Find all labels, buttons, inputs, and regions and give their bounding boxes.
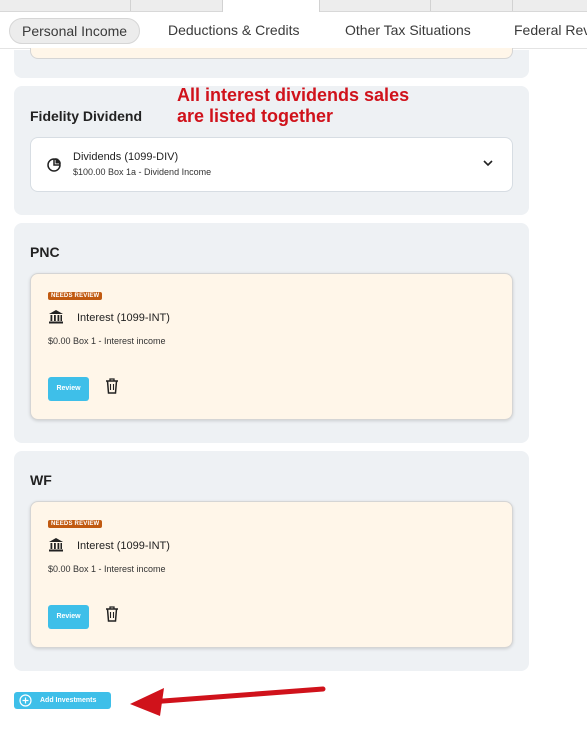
annotation-line-2: are listed together [177, 106, 334, 126]
add-investments-button[interactable]: Add Investments [14, 692, 111, 709]
group-title: PNC [30, 244, 60, 260]
item-title: Dividends (1099-DIV) [73, 151, 179, 163]
tab-personal-income[interactable]: Personal Income [9, 18, 141, 44]
tab-deductions-credits[interactable]: Deductions & Credits [168, 18, 300, 42]
item-title: Interest (1099-INT) [77, 312, 170, 324]
investment-group-pnc: PNC NEEDS REVIEW Interest (1099-INT) $0.… [14, 223, 529, 443]
review-button[interactable]: Review [48, 377, 89, 401]
bank-icon [48, 537, 64, 557]
review-button[interactable]: Review [48, 605, 89, 629]
needs-review-badge: NEEDS REVIEW [48, 520, 103, 528]
plus-circle-icon [19, 694, 32, 714]
browser-tab-strip [0, 0, 587, 12]
add-investments-label: Add Investments [40, 697, 97, 704]
annotation-text: All interest dividends sales are listed … [177, 85, 497, 127]
pie-chart-icon [46, 157, 62, 178]
needs-review-badge: NEEDS REVIEW [48, 292, 103, 300]
red-arrow-annotation [130, 686, 326, 716]
tab-other-tax-situations[interactable]: Other Tax Situations [345, 18, 471, 42]
review-card-partial [30, 48, 513, 59]
item-title: Interest (1099-INT) [77, 540, 170, 552]
annotation-line-1: All interest dividends sales [177, 85, 410, 105]
investment-group-wf: WF NEEDS REVIEW Interest (1099-INT) $0.0… [14, 451, 529, 671]
item-subtitle: $0.00 Box 1 - Interest income [48, 564, 166, 574]
bank-icon [48, 309, 64, 329]
interest-item-card[interactable]: NEEDS REVIEW Interest (1099-INT) $0.00 B… [30, 501, 513, 648]
investment-group-previous [14, 48, 529, 78]
chevron-down-icon[interactable] [482, 156, 494, 174]
section-nav: Personal Income Deductions & Credits Oth… [0, 12, 587, 49]
browser-tab[interactable] [430, 0, 513, 11]
item-subtitle: $0.00 Box 1 - Interest income [48, 336, 166, 346]
browser-tab[interactable] [318, 0, 431, 11]
interest-item-card[interactable]: NEEDS REVIEW Interest (1099-INT) $0.00 B… [30, 273, 513, 420]
dividend-item-card[interactable]: Dividends (1099-DIV) $100.00 Box 1a - Di… [30, 137, 513, 192]
trash-icon[interactable] [105, 378, 119, 399]
browser-tab-active[interactable] [222, 0, 320, 12]
group-title: WF [30, 472, 52, 488]
group-title: Fidelity Dividend [30, 108, 143, 124]
tab-federal-review[interactable]: Federal Rev [514, 18, 587, 42]
browser-tab[interactable] [0, 0, 131, 11]
trash-icon[interactable] [105, 606, 119, 627]
item-subtitle: $100.00 Box 1a - Dividend Income [73, 167, 212, 177]
browser-tab[interactable] [130, 0, 223, 11]
